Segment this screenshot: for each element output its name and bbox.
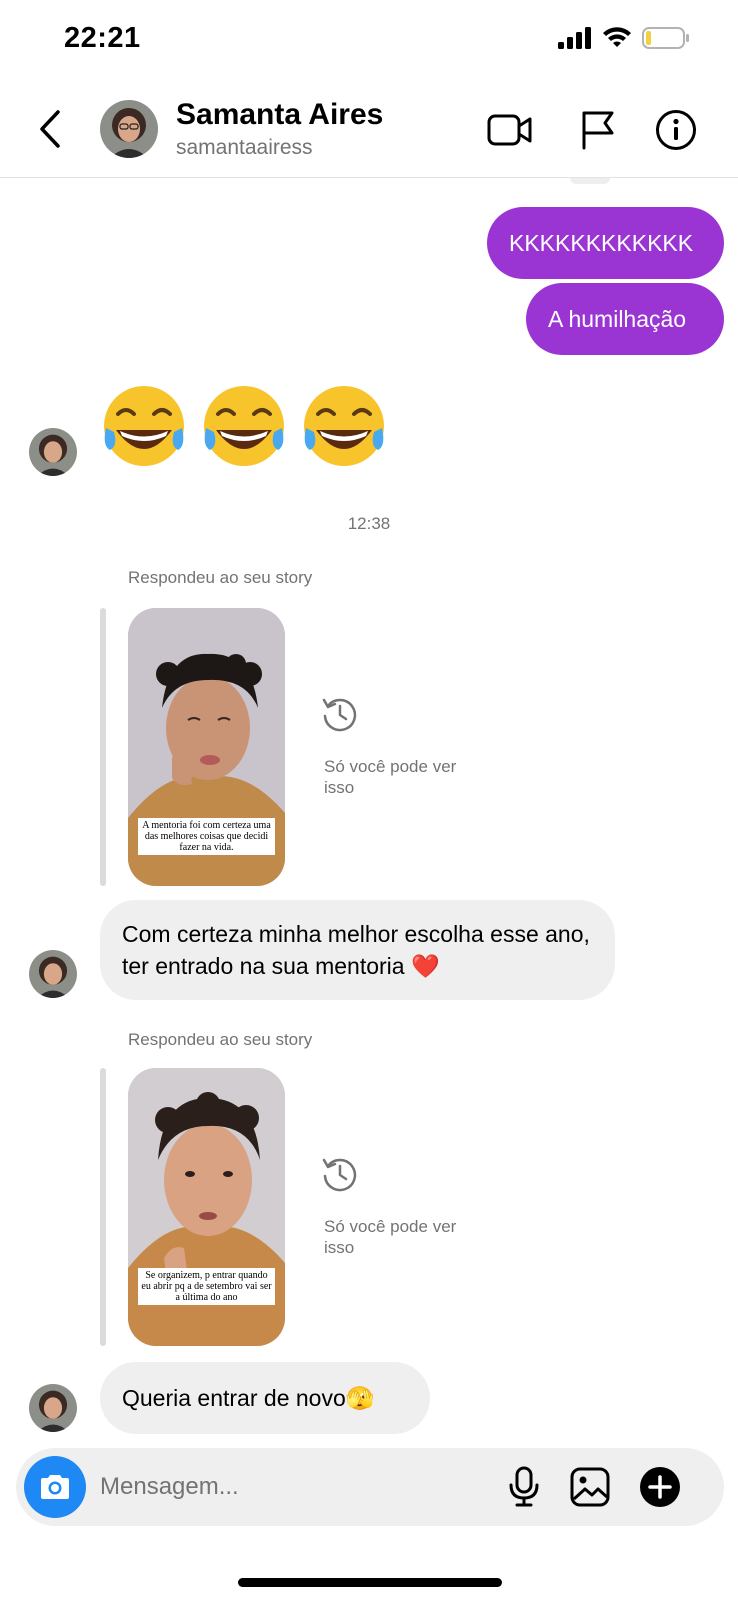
home-indicator <box>238 1578 502 1587</box>
camera-icon <box>41 1475 69 1499</box>
story-reply-label: Respondeu ao seu story <box>128 1030 313 1049</box>
video-call-icon <box>487 114 532 146</box>
chat-header: Samanta Aires samantaairess <box>0 84 738 178</box>
emoji-message[interactable] <box>100 384 388 472</box>
back-button[interactable] <box>30 106 70 152</box>
story-reply-label: Respondeu ao seu story <box>128 568 313 587</box>
wifi-icon <box>603 27 631 47</box>
tears-of-joy-emoji <box>304 386 384 466</box>
status-time: 22:21 <box>64 22 141 54</box>
flag-icon <box>582 111 614 150</box>
history-icon <box>322 698 357 732</box>
plus-icon <box>640 1467 680 1507</box>
sent-message[interactable]: KKKKKKKKKKKK <box>487 207 724 279</box>
reply-divider <box>100 1068 106 1346</box>
avatar[interactable] <box>29 1384 77 1432</box>
camera-button[interactable] <box>24 1456 86 1518</box>
info-icon <box>656 110 696 150</box>
more-options-button[interactable] <box>638 1465 682 1509</box>
report-flag-button[interactable] <box>574 106 622 154</box>
contact-username[interactable]: samantaairess <box>176 136 313 160</box>
tears-of-joy-emoji <box>104 386 184 466</box>
story-caption: Se organizem, p entrar quando eu abrir p… <box>138 1268 275 1305</box>
story-thumbnail[interactable]: Se organizem, p entrar quando eu abrir p… <box>128 1068 285 1346</box>
status-icons <box>558 26 690 50</box>
reply-divider <box>100 608 106 886</box>
avatar[interactable] <box>100 100 158 158</box>
contact-name[interactable]: Samanta Aires <box>176 98 383 132</box>
video-call-button[interactable] <box>486 106 534 154</box>
status-bar: 22:21 <box>0 0 738 84</box>
signal-icon <box>558 27 591 49</box>
avatar[interactable] <box>29 428 77 476</box>
info-button[interactable] <box>652 106 700 154</box>
battery-icon <box>642 27 689 49</box>
received-message[interactable]: Queria entrar de novo🫣 <box>100 1362 430 1434</box>
avatar[interactable] <box>29 950 77 998</box>
story-thumbnail[interactable]: A mentoria foi com certeza uma das melho… <box>128 608 285 886</box>
microphone-icon <box>509 1466 539 1507</box>
message-input[interactable] <box>100 1462 500 1512</box>
history-icon <box>322 1158 357 1192</box>
back-arrow-icon <box>40 110 60 148</box>
story-caption: A mentoria foi com certeza uma das melho… <box>138 818 275 855</box>
message-timestamp: 12:38 <box>347 514 391 533</box>
received-message[interactable]: Com certeza minha melhor escolha esse an… <box>100 900 615 1000</box>
only-you-notice: Só você pode ver isso <box>324 757 457 797</box>
scroll-remnant <box>570 178 610 184</box>
tears-of-joy-emoji <box>204 386 284 466</box>
sent-message[interactable]: A humilhação <box>526 283 724 355</box>
message-composer <box>16 1448 724 1526</box>
only-you-notice: Só você pode ver isso <box>324 1217 457 1257</box>
voice-message-button[interactable] <box>502 1465 546 1509</box>
gallery-button[interactable] <box>568 1465 612 1509</box>
gallery-icon <box>570 1467 610 1507</box>
